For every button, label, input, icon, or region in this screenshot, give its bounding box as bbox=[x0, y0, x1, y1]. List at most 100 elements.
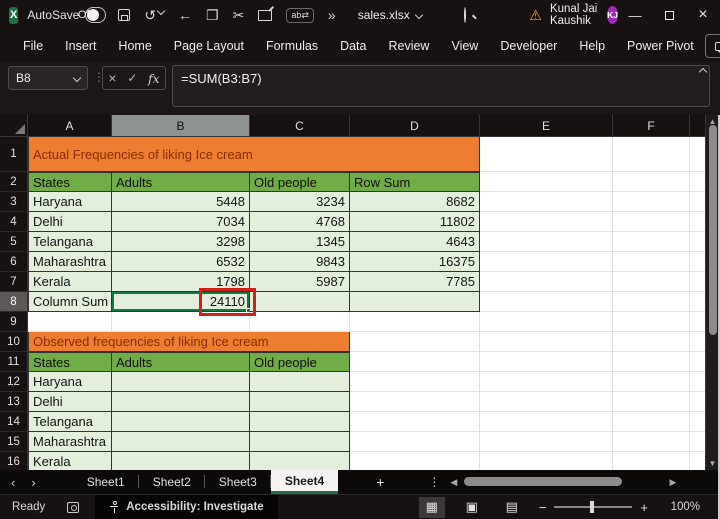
menu-tab-help[interactable]: Help bbox=[568, 33, 616, 59]
menu-tab-formulas[interactable]: Formulas bbox=[255, 33, 329, 59]
cell-A5[interactable]: Telangana bbox=[28, 232, 112, 252]
macro-record-icon[interactable] bbox=[67, 501, 80, 513]
row-header-2[interactable]: 2 bbox=[0, 172, 28, 192]
cell-F12[interactable] bbox=[613, 372, 690, 392]
cell-F8[interactable] bbox=[613, 292, 690, 312]
cell-C15[interactable] bbox=[250, 432, 350, 452]
cell-G1[interactable] bbox=[690, 137, 706, 172]
save-icon[interactable] bbox=[118, 9, 131, 21]
menu-tab-insert[interactable]: Insert bbox=[54, 33, 107, 59]
cell-E1[interactable] bbox=[480, 137, 613, 172]
picture-icon[interactable] bbox=[258, 9, 273, 21]
cell-C7[interactable]: 5987 bbox=[250, 272, 350, 292]
horizontal-scroll-thumb[interactable] bbox=[464, 477, 623, 486]
cell-D7[interactable]: 7785 bbox=[350, 272, 480, 292]
cell-G7[interactable] bbox=[690, 272, 706, 292]
cell-E12[interactable] bbox=[480, 372, 613, 392]
sheet-tab-sheet4[interactable]: Sheet4 bbox=[270, 470, 339, 494]
add-sheet-button[interactable]: + bbox=[368, 474, 392, 490]
select-all-corner[interactable] bbox=[0, 115, 28, 137]
undo-button[interactable]: ↺ bbox=[144, 6, 166, 22]
row-header-11[interactable]: 11 bbox=[0, 352, 28, 372]
warning-icon[interactable]: ⚠ bbox=[529, 7, 542, 24]
menu-tab-view[interactable]: View bbox=[440, 33, 489, 59]
cell-E13[interactable] bbox=[480, 392, 613, 412]
maximize-button[interactable] bbox=[652, 0, 686, 30]
cell-C6[interactable]: 9843 bbox=[250, 252, 350, 272]
cell-C13[interactable] bbox=[250, 392, 350, 412]
cell-F16[interactable] bbox=[613, 452, 690, 470]
row-header-10[interactable]: 10 bbox=[0, 332, 28, 352]
cell-C11[interactable]: Old people bbox=[250, 352, 350, 372]
menu-tab-developer[interactable]: Developer bbox=[489, 33, 568, 59]
cell-A9[interactable] bbox=[28, 312, 112, 332]
page-layout-view-icon[interactable]: ▣ bbox=[459, 497, 485, 518]
cell-C4[interactable]: 4768 bbox=[250, 212, 350, 232]
cell-D5[interactable]: 4643 bbox=[350, 232, 480, 252]
zoom-slider[interactable] bbox=[554, 501, 633, 513]
cell-E6[interactable] bbox=[480, 252, 613, 272]
enter-icon[interactable]: ✓ bbox=[127, 71, 137, 85]
cell-C14[interactable] bbox=[250, 412, 350, 432]
cell-A11[interactable]: States bbox=[28, 352, 112, 372]
cell-F6[interactable] bbox=[613, 252, 690, 272]
cell-F15[interactable] bbox=[613, 432, 690, 452]
cell-A15[interactable]: Maharashtra bbox=[28, 432, 112, 452]
cell-G8[interactable] bbox=[690, 292, 706, 312]
cell-B13[interactable] bbox=[112, 392, 250, 412]
normal-view-icon[interactable]: ▦ bbox=[418, 496, 445, 518]
minimize-button[interactable]: — bbox=[618, 0, 652, 30]
column-header-A[interactable]: A bbox=[28, 115, 112, 137]
cell-F3[interactable] bbox=[613, 192, 690, 212]
next-sheet-icon[interactable]: › bbox=[20, 475, 46, 490]
row-header-13[interactable]: 13 bbox=[0, 392, 28, 412]
cell-C12[interactable] bbox=[250, 372, 350, 392]
back-icon[interactable]: ← bbox=[178, 8, 192, 22]
cell-E11[interactable] bbox=[480, 352, 613, 372]
menu-tab-home[interactable]: Home bbox=[107, 33, 162, 59]
menu-tab-page-layout[interactable]: Page Layout bbox=[163, 33, 255, 59]
cell-B14[interactable] bbox=[112, 412, 250, 432]
accessibility-status[interactable]: Accessibility: Investigate bbox=[95, 494, 278, 519]
scroll-right-icon[interactable]: ▶ bbox=[669, 477, 676, 488]
cell-B2[interactable]: Adults bbox=[112, 172, 250, 192]
sheet-tab-sheet1[interactable]: Sheet1 bbox=[73, 470, 139, 494]
cell-E2[interactable] bbox=[480, 172, 613, 192]
insert-function-icon[interactable]: fx bbox=[148, 71, 160, 86]
menu-tab-review[interactable]: Review bbox=[377, 33, 440, 59]
cell-G3[interactable] bbox=[690, 192, 706, 212]
zoom-level[interactable]: 100% bbox=[666, 501, 700, 513]
column-header-C[interactable]: C bbox=[250, 115, 350, 137]
cell-A8[interactable]: Column Sum bbox=[28, 292, 112, 312]
cell-B5[interactable]: 3298 bbox=[112, 232, 250, 252]
cell-D4[interactable]: 11802 bbox=[350, 212, 480, 232]
cancel-icon[interactable]: × bbox=[108, 70, 116, 86]
cell-F10[interactable] bbox=[613, 332, 690, 352]
cell-G10[interactable] bbox=[690, 332, 706, 352]
row-header-12[interactable]: 12 bbox=[0, 372, 28, 392]
tab-options-icon[interactable]: ⋮ bbox=[428, 475, 440, 489]
sheet-tab-sheet2[interactable]: Sheet2 bbox=[139, 470, 205, 494]
cell-D10[interactable] bbox=[350, 332, 480, 352]
cell-D8[interactable] bbox=[350, 292, 480, 312]
cell-C9[interactable] bbox=[250, 312, 350, 332]
cell-F7[interactable] bbox=[613, 272, 690, 292]
cell-E4[interactable] bbox=[480, 212, 613, 232]
cell-D9[interactable] bbox=[350, 312, 480, 332]
cell-F9[interactable] bbox=[613, 312, 690, 332]
cell-B6[interactable]: 6532 bbox=[112, 252, 250, 272]
vertical-scrollbar[interactable]: ▲ ▼ bbox=[705, 115, 718, 470]
cell-G11[interactable] bbox=[690, 352, 706, 372]
cut-icon[interactable]: ✂ bbox=[233, 8, 245, 22]
cell-F13[interactable] bbox=[613, 392, 690, 412]
zoom-slider-thumb[interactable] bbox=[590, 501, 595, 513]
cell-A3[interactable]: Haryana bbox=[28, 192, 112, 212]
scroll-left-icon[interactable]: ◀ bbox=[450, 477, 457, 488]
column-header-F[interactable]: F bbox=[613, 115, 690, 137]
column-header-E[interactable]: E bbox=[480, 115, 613, 137]
cell-B3[interactable]: 5448 bbox=[112, 192, 250, 212]
sheet-tab-sheet3[interactable]: Sheet3 bbox=[205, 470, 271, 494]
user-name[interactable]: Kunal Jai Kaushik bbox=[550, 3, 600, 27]
cell-D13[interactable] bbox=[350, 392, 480, 412]
cell-A1-banner[interactable]: Actual Frequencies of liking Ice cream bbox=[28, 137, 480, 172]
